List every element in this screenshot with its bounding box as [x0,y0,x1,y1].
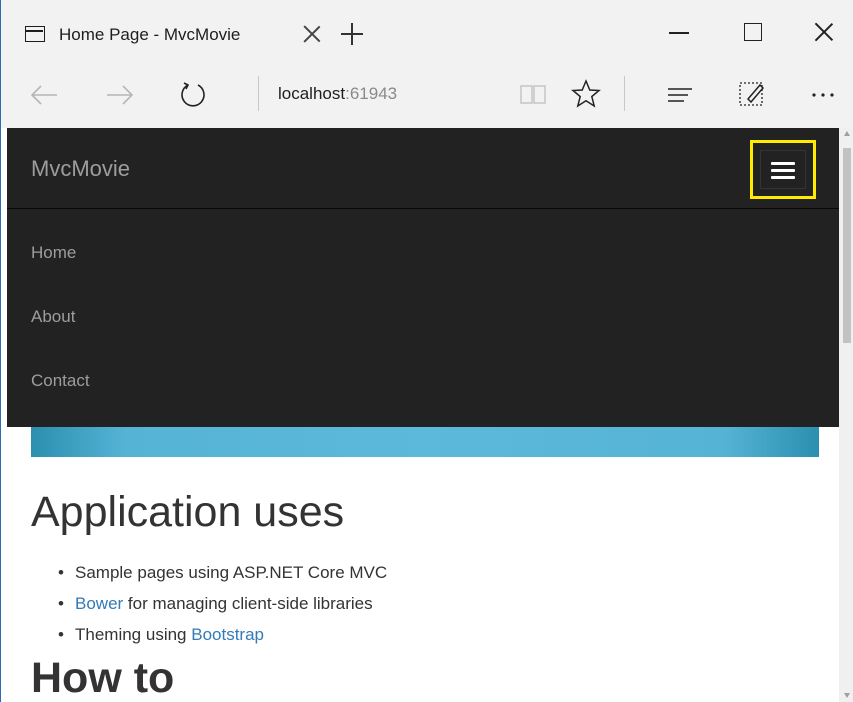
address-divider [258,76,259,111]
close-window-icon[interactable] [813,20,835,42]
favorite-star-icon[interactable] [570,78,602,110]
nav-about-link[interactable]: About [31,307,75,327]
web-note-icon[interactable] [736,78,768,110]
hamburger-bar [771,176,795,179]
scroll-up-icon[interactable] [844,131,850,136]
list-item: Bower for managing client-side libraries [58,594,387,625]
more-icon[interactable] [807,78,839,110]
tab-title: Home Page - MvcMovie [59,25,241,44]
section-heading: Application uses [31,488,345,536]
bootstrap-link[interactable]: Bootstrap [191,625,264,644]
hamburger-bar [771,169,795,172]
new-tab-icon[interactable] [341,23,363,45]
collapsed-nav-menu: Home About Contact [7,209,839,427]
next-section-heading: How to [31,654,175,702]
url-host: localhost [278,84,346,103]
toolbar-divider [624,76,625,111]
browser-tab[interactable]: Home Page - MvcMovie [13,12,324,57]
vertical-scrollbar[interactable] [839,128,853,702]
feature-list: Sample pages using ASP.NET Core MVC Bowe… [58,563,388,656]
carousel-banner [31,427,819,457]
address-bar: localhost:61943 [1,63,853,128]
site-navbar: MvcMovie [7,128,839,209]
scroll-down-icon[interactable] [844,693,850,698]
forward-arrow-icon[interactable] [105,80,135,110]
tab-strip: Home Page - MvcMovie [1,0,853,63]
browser-window: Home Page - MvcMovie localhost:61943 Mvc… [0,0,853,702]
brand-link[interactable]: MvcMovie [31,156,130,182]
hub-icon[interactable] [664,78,696,110]
back-arrow-icon[interactable] [29,80,59,110]
url-port: :61943 [345,84,398,103]
url-field[interactable]: localhost:61943 [278,84,397,104]
page-icon [25,26,45,42]
reading-view-icon[interactable] [517,78,549,110]
list-item: Sample pages using ASP.NET Core MVC [58,563,388,594]
minimize-icon[interactable] [669,32,689,34]
scroll-thumb[interactable] [843,148,851,343]
refresh-icon[interactable] [178,80,208,110]
nav-home-link[interactable]: Home [31,243,76,263]
close-tab-icon[interactable] [300,22,324,46]
list-item-text: Sample pages using ASP.NET Core MVC [75,563,388,582]
nav-contact-link[interactable]: Contact [31,371,90,391]
page-viewport: MvcMovie Home About Contact Application … [7,128,839,702]
list-item-text: for managing client-side libraries [123,594,373,613]
list-item: Theming using Bootstrap [58,625,387,656]
bower-link[interactable]: Bower [75,594,123,613]
maximize-icon[interactable] [744,23,762,41]
navbar-toggle-button[interactable] [750,140,816,199]
hamburger-bar [771,162,795,165]
hamburger-icon [760,150,806,189]
list-item-text: Theming using [75,625,192,644]
